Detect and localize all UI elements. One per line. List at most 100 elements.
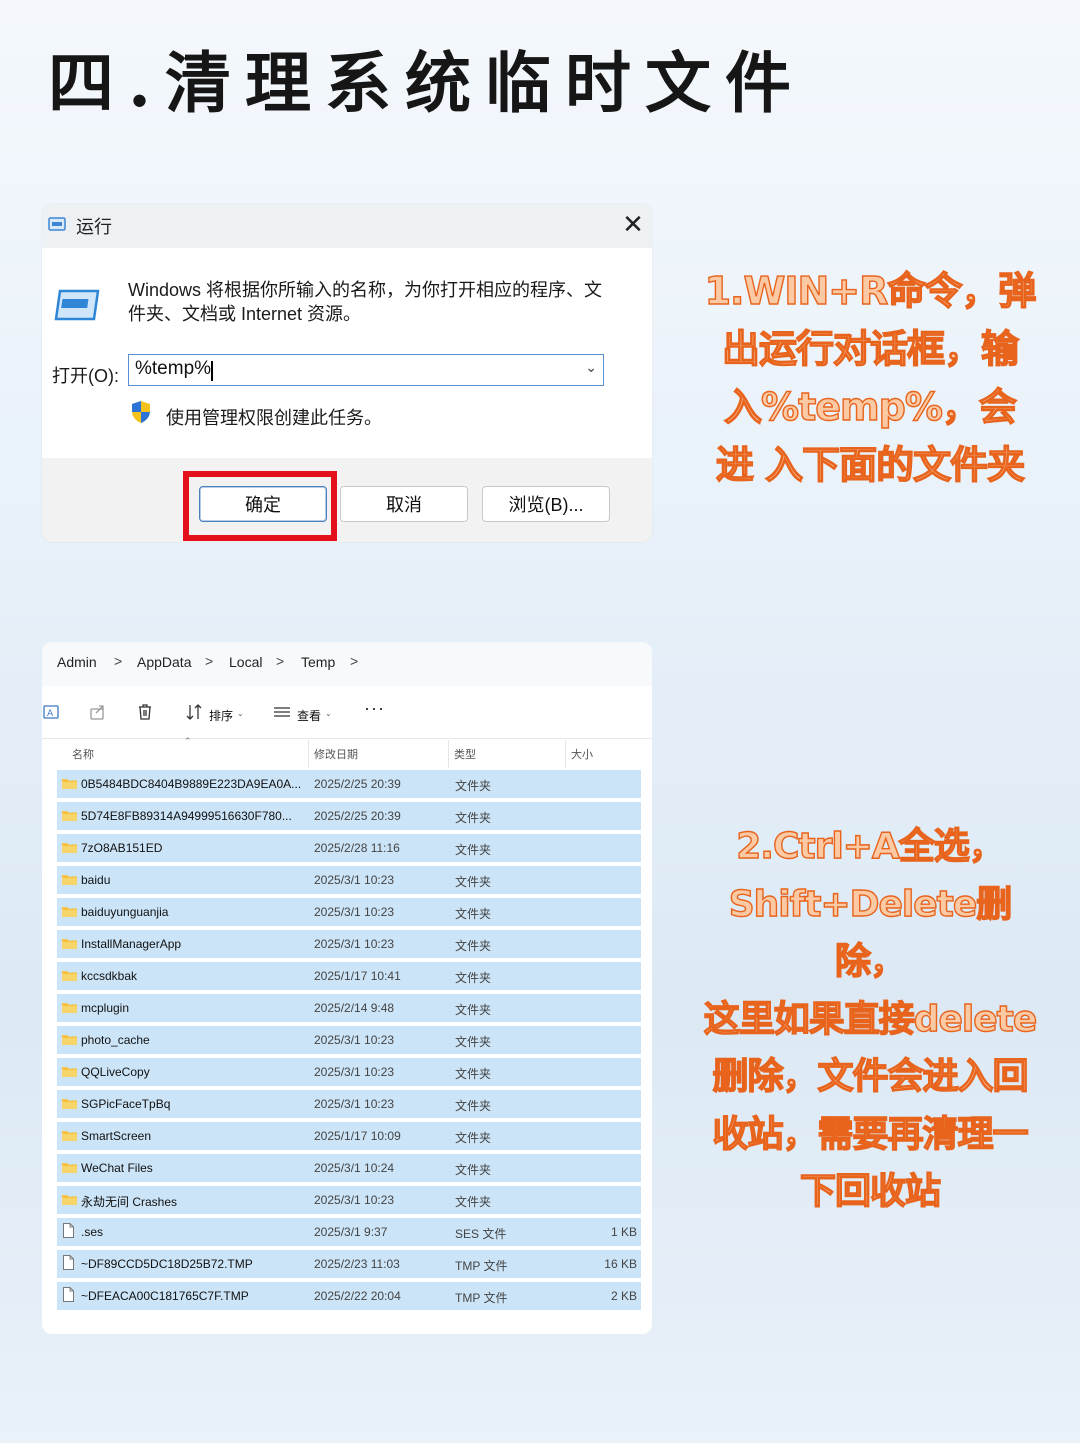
browse-button[interactable]: 浏览(B)... bbox=[482, 486, 610, 522]
table-row[interactable]: kccsdkbak 2025/1/17 10:41 文件夹 bbox=[57, 962, 641, 990]
column-header-type[interactable]: 类型 bbox=[454, 746, 476, 762]
breadcrumb-item-admin[interactable]: Admin bbox=[57, 654, 97, 670]
table-row[interactable]: 0B5484BDC8404B9889E223DA9EA0A... 2025/2/2… bbox=[57, 770, 641, 798]
page-title: 四.清理系统临时文件 bbox=[48, 44, 805, 122]
more-options-icon[interactable]: ··· bbox=[364, 698, 385, 719]
sort-icon[interactable] bbox=[184, 702, 204, 722]
breadcrumb-item-appdata[interactable]: AppData bbox=[137, 654, 191, 670]
chevron-down-icon[interactable]: ⌄ bbox=[585, 359, 597, 376]
folder-icon bbox=[62, 779, 77, 789]
run-title: 运行 bbox=[76, 217, 112, 237]
shield-icon bbox=[132, 401, 150, 423]
file-type: 文件夹 bbox=[455, 939, 492, 953]
table-row[interactable]: mcplugin 2025/2/14 9:48 文件夹 bbox=[57, 994, 641, 1022]
table-row[interactable]: baiduyunguanjia 2025/3/1 10:23 文件夹 bbox=[57, 898, 641, 926]
step1-annotation: 1.WIN+R命令，弹 出运行对话框，输 入%temp%，会进 入下面的文件夹 bbox=[700, 262, 1040, 494]
table-row[interactable]: 7zO8AB151ED 2025/2/28 11:16 文件夹 bbox=[57, 834, 641, 862]
file-name: InstallManagerApp bbox=[81, 937, 182, 951]
breadcrumb-item-local[interactable]: Local bbox=[229, 654, 262, 670]
annotation-line: 1.WIN+R命令，弹 bbox=[704, 268, 1037, 313]
table-row[interactable]: .ses 2025/3/1 9:37 SES 文件 1 KB bbox=[57, 1218, 641, 1246]
folder-icon bbox=[62, 1099, 77, 1109]
table-row[interactable]: 5D74E8FB89314A94999516630F780... 2025/2/2… bbox=[57, 802, 641, 830]
close-icon[interactable]: ✕ bbox=[618, 210, 648, 240]
folder-icon bbox=[62, 1035, 77, 1045]
annotation-line: 这里如果直接delete bbox=[703, 998, 1038, 1040]
open-input[interactable] bbox=[135, 358, 555, 380]
table-row[interactable]: ~DF89CCD5DC18D25B72.TMP 2025/2/23 11:03 TM… bbox=[57, 1250, 641, 1278]
file-date: 2025/2/25 20:39 bbox=[314, 809, 401, 823]
cancel-button[interactable]: 取消 bbox=[340, 486, 468, 522]
folder-icon bbox=[62, 1163, 77, 1173]
table-row[interactable]: baidu 2025/3/1 10:23 文件夹 bbox=[57, 866, 641, 894]
table-row[interactable]: ~DFEACA00C181765C7F.TMP 2025/2/22 20:04 TM… bbox=[57, 1282, 641, 1310]
file-type: 文件夹 bbox=[455, 1067, 492, 1081]
file-date: 2025/3/1 10:23 bbox=[314, 1097, 395, 1111]
table-row[interactable]: photo_cache 2025/3/1 10:23 文件夹 bbox=[57, 1026, 641, 1054]
file-type: TMP 文件 bbox=[455, 1259, 508, 1273]
file-date: 2025/2/23 11:03 bbox=[314, 1257, 400, 1271]
file-name: baiduyunguanjia bbox=[81, 905, 169, 919]
table-row[interactable]: WeChat Files 2025/3/1 10:24 文件夹 bbox=[57, 1154, 641, 1182]
folder-icon bbox=[62, 971, 77, 981]
chevron-down-icon[interactable]: ⌄ bbox=[237, 709, 244, 718]
table-row[interactable]: InstallManagerApp 2025/3/1 10:23 文件夹 bbox=[57, 930, 641, 958]
share-icon[interactable] bbox=[88, 702, 108, 722]
file-type: 文件夹 bbox=[455, 875, 492, 889]
column-header-name[interactable]: 名称 bbox=[72, 746, 94, 762]
column-divider[interactable] bbox=[565, 740, 566, 768]
file-explorer: Admin > AppData > Local > Temp > A 排序 ⌄ … bbox=[42, 642, 652, 1334]
sort-button[interactable]: 排序 bbox=[209, 707, 233, 724]
file-date: 2025/1/17 10:09 bbox=[314, 1129, 401, 1143]
file-name: mcplugin bbox=[81, 1001, 130, 1015]
file-type: 文件夹 bbox=[455, 779, 492, 793]
column-header-size[interactable]: 大小 bbox=[571, 746, 593, 762]
folder-icon bbox=[62, 843, 77, 853]
table-row[interactable]: SGPicFaceTpBq 2025/3/1 10:23 文件夹 bbox=[57, 1090, 641, 1118]
open-combobox[interactable]: ⌄ bbox=[128, 354, 604, 386]
file-type: 文件夹 bbox=[455, 1163, 492, 1177]
chevron-right-icon[interactable]: > bbox=[205, 653, 213, 669]
file-name: QQLiveCopy bbox=[81, 1065, 150, 1079]
table-row[interactable]: SmartScreen 2025/1/17 10:09 文件夹 bbox=[57, 1122, 641, 1150]
file-date: 2025/2/25 20:39 bbox=[314, 777, 401, 791]
text-caret bbox=[211, 361, 213, 381]
file-date: 2025/1/17 10:41 bbox=[314, 969, 401, 983]
annotation-line: 2.Ctrl+A全选， bbox=[736, 825, 1006, 867]
delete-icon[interactable] bbox=[135, 702, 155, 722]
column-divider[interactable] bbox=[448, 740, 449, 768]
file-date: 2025/3/1 10:23 bbox=[314, 1193, 395, 1207]
folder-icon bbox=[62, 811, 77, 821]
file-name: 永劫无间 Crashes bbox=[81, 1195, 178, 1209]
sort-ascending-icon: ⌃ bbox=[184, 736, 192, 746]
table-row[interactable]: QQLiveCopy 2025/3/1 10:23 文件夹 bbox=[57, 1058, 641, 1086]
annotation-line: 进 入下面的文件夹 bbox=[715, 442, 1026, 487]
table-row[interactable]: 永劫无间 Crashes 2025/3/1 10:23 文件夹 bbox=[57, 1186, 641, 1214]
file-type: 文件夹 bbox=[455, 1099, 492, 1113]
file-type: TMP 文件 bbox=[455, 1291, 508, 1305]
file-size: 1 KB bbox=[610, 1225, 637, 1239]
view-icon[interactable] bbox=[272, 702, 292, 722]
file-date: 2025/2/14 9:48 bbox=[314, 1001, 395, 1015]
folder-icon bbox=[62, 907, 77, 917]
file-type: 文件夹 bbox=[455, 971, 492, 985]
chevron-down-icon[interactable]: ⌄ bbox=[325, 709, 332, 718]
chevron-right-icon[interactable]: > bbox=[350, 653, 358, 669]
file-name: 0B5484BDC8404B9889E223DA9EA0A... bbox=[81, 777, 302, 791]
toolbar: A 排序 ⌄ 查看 ⌄ ··· bbox=[42, 688, 652, 739]
chevron-right-icon[interactable]: > bbox=[114, 653, 122, 669]
file-name: 7zO8AB151ED bbox=[81, 841, 163, 855]
column-divider[interactable] bbox=[308, 740, 309, 768]
breadcrumb-item-temp[interactable]: Temp bbox=[301, 654, 335, 670]
column-header-date[interactable]: 修改日期 bbox=[314, 746, 358, 762]
file-name: SmartScreen bbox=[81, 1129, 152, 1143]
chevron-right-icon[interactable]: > bbox=[276, 653, 284, 669]
file-name: baidu bbox=[81, 873, 111, 887]
run-app-icon bbox=[48, 217, 66, 231]
file-name: ~DF89CCD5DC18D25B72.TMP bbox=[81, 1257, 253, 1271]
rename-icon[interactable]: A bbox=[42, 702, 62, 722]
folder-icon bbox=[62, 939, 77, 949]
file-name: SGPicFaceTpBq bbox=[81, 1097, 171, 1111]
file-name: ~DFEACA00C181765C7F.TMP bbox=[81, 1289, 249, 1303]
view-button[interactable]: 查看 bbox=[297, 707, 321, 724]
